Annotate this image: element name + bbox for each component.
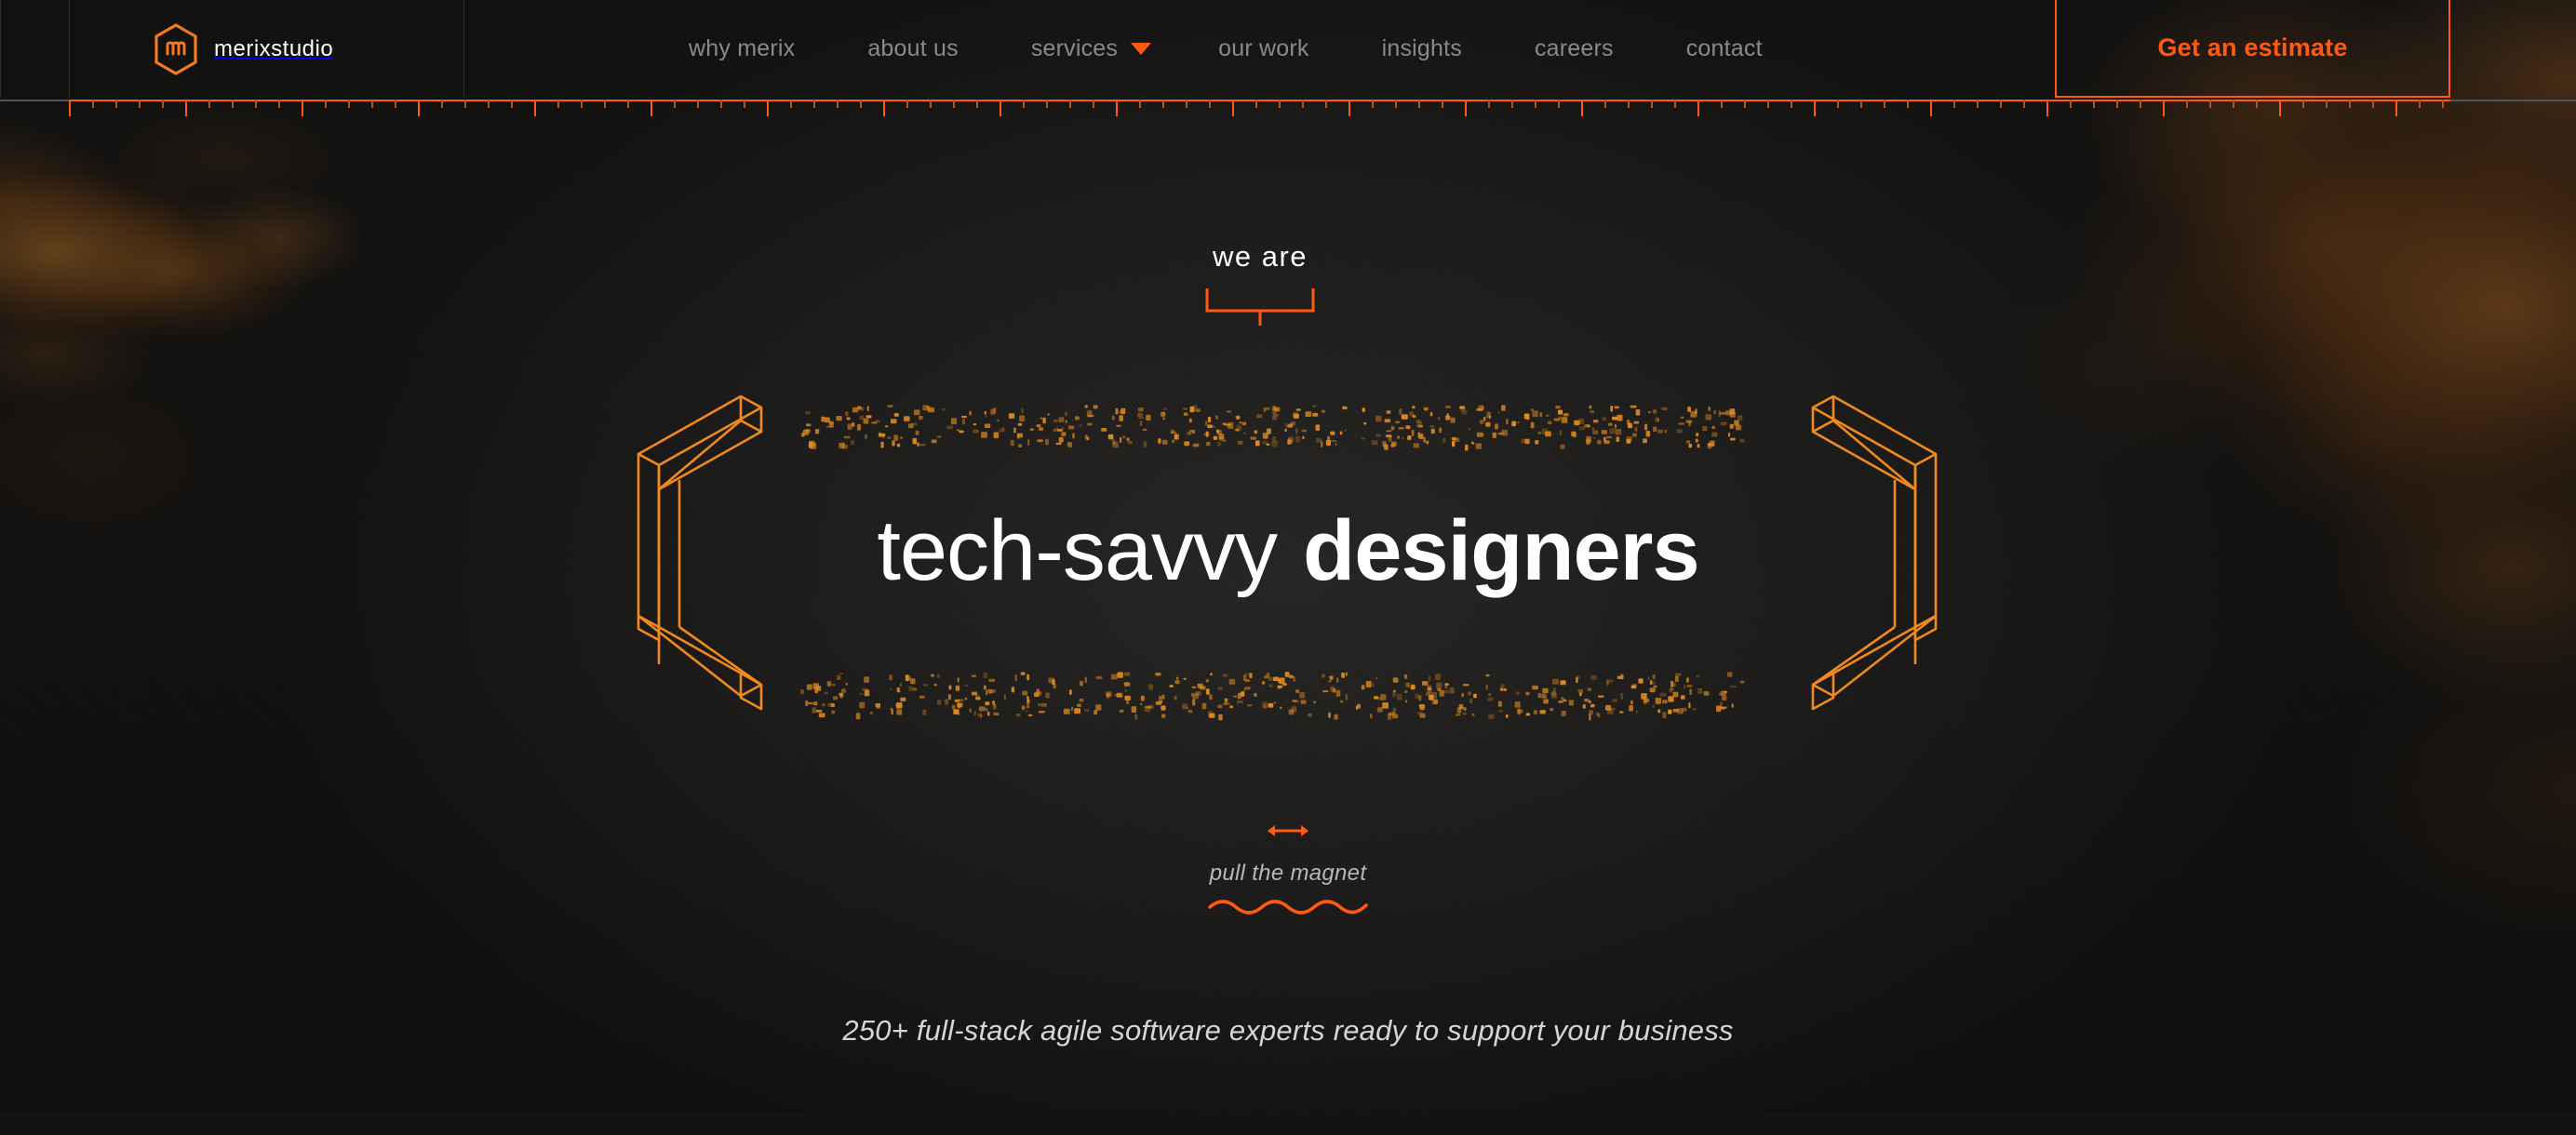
nav-item-careers[interactable]: careers	[1535, 35, 1614, 62]
pull-the-magnet-hint[interactable]: pull the magnet	[1195, 822, 1381, 919]
hero-headline: tech-savvy designers	[0, 502, 2576, 600]
nav-item-label: careers	[1534, 35, 1614, 61]
header-ruler-progress[interactable]	[0, 97, 2576, 117]
nav-item-label: contact	[1685, 35, 1763, 61]
chevron-down-icon	[1131, 43, 1152, 55]
hero-eyebrow-label: we are	[1212, 240, 1308, 273]
nav-item-about-us[interactable]: about us	[867, 35, 959, 62]
hero-eyebrow-bracket-icon	[1167, 285, 1353, 326]
wavy-line-icon	[1195, 894, 1381, 919]
nav-item-our-work[interactable]: our work	[1218, 35, 1308, 62]
header-divider-line	[69, 0, 70, 98]
header-divider-line	[463, 0, 464, 98]
hexagon-m-logo-icon	[154, 22, 198, 75]
nav-item-label: insights	[1381, 35, 1462, 61]
nav-item-why-merix[interactable]: why merix	[689, 35, 795, 62]
page-stage: merixstudio why merix about us services …	[0, 0, 2576, 1135]
hero-tagline: 250+ full-stack agile software experts r…	[842, 1014, 1734, 1047]
nav-item-label: services	[1030, 35, 1119, 61]
brand-logo-link[interactable]: merixstudio	[154, 0, 333, 98]
brand-name: merixstudio	[214, 35, 334, 61]
ruler-tick-marks	[69, 100, 2450, 116]
pull-the-magnet-label: pull the magnet	[1209, 861, 1367, 886]
nav-item-label: about us	[867, 35, 959, 61]
get-an-estimate-label: Get an estimate	[2157, 33, 2348, 61]
site-header: merixstudio why merix about us services …	[0, 0, 2576, 100]
nav-item-insights[interactable]: insights	[1382, 35, 1462, 62]
hero-section: we are tech-savvy designers pull the mag…	[0, 0, 2576, 1135]
nav-item-services[interactable]: services	[1030, 35, 1152, 62]
main-navigation: why merix about us services our work ins…	[689, 0, 1763, 98]
nav-item-contact[interactable]: contact	[1686, 35, 1763, 62]
hero-headline-bold: designers	[1303, 503, 1700, 598]
bottom-edge-strip	[0, 1113, 2576, 1135]
nav-item-label: why merix	[689, 35, 796, 61]
nav-item-label: our work	[1218, 35, 1309, 61]
hero-eyebrow-block: we are	[1167, 240, 1353, 326]
header-divider-line	[0, 0, 1, 98]
hero-headline-light: tech-savvy	[877, 503, 1278, 598]
left-right-arrow-icon	[1195, 822, 1381, 844]
get-an-estimate-button[interactable]: Get an estimate	[2055, 0, 2450, 98]
